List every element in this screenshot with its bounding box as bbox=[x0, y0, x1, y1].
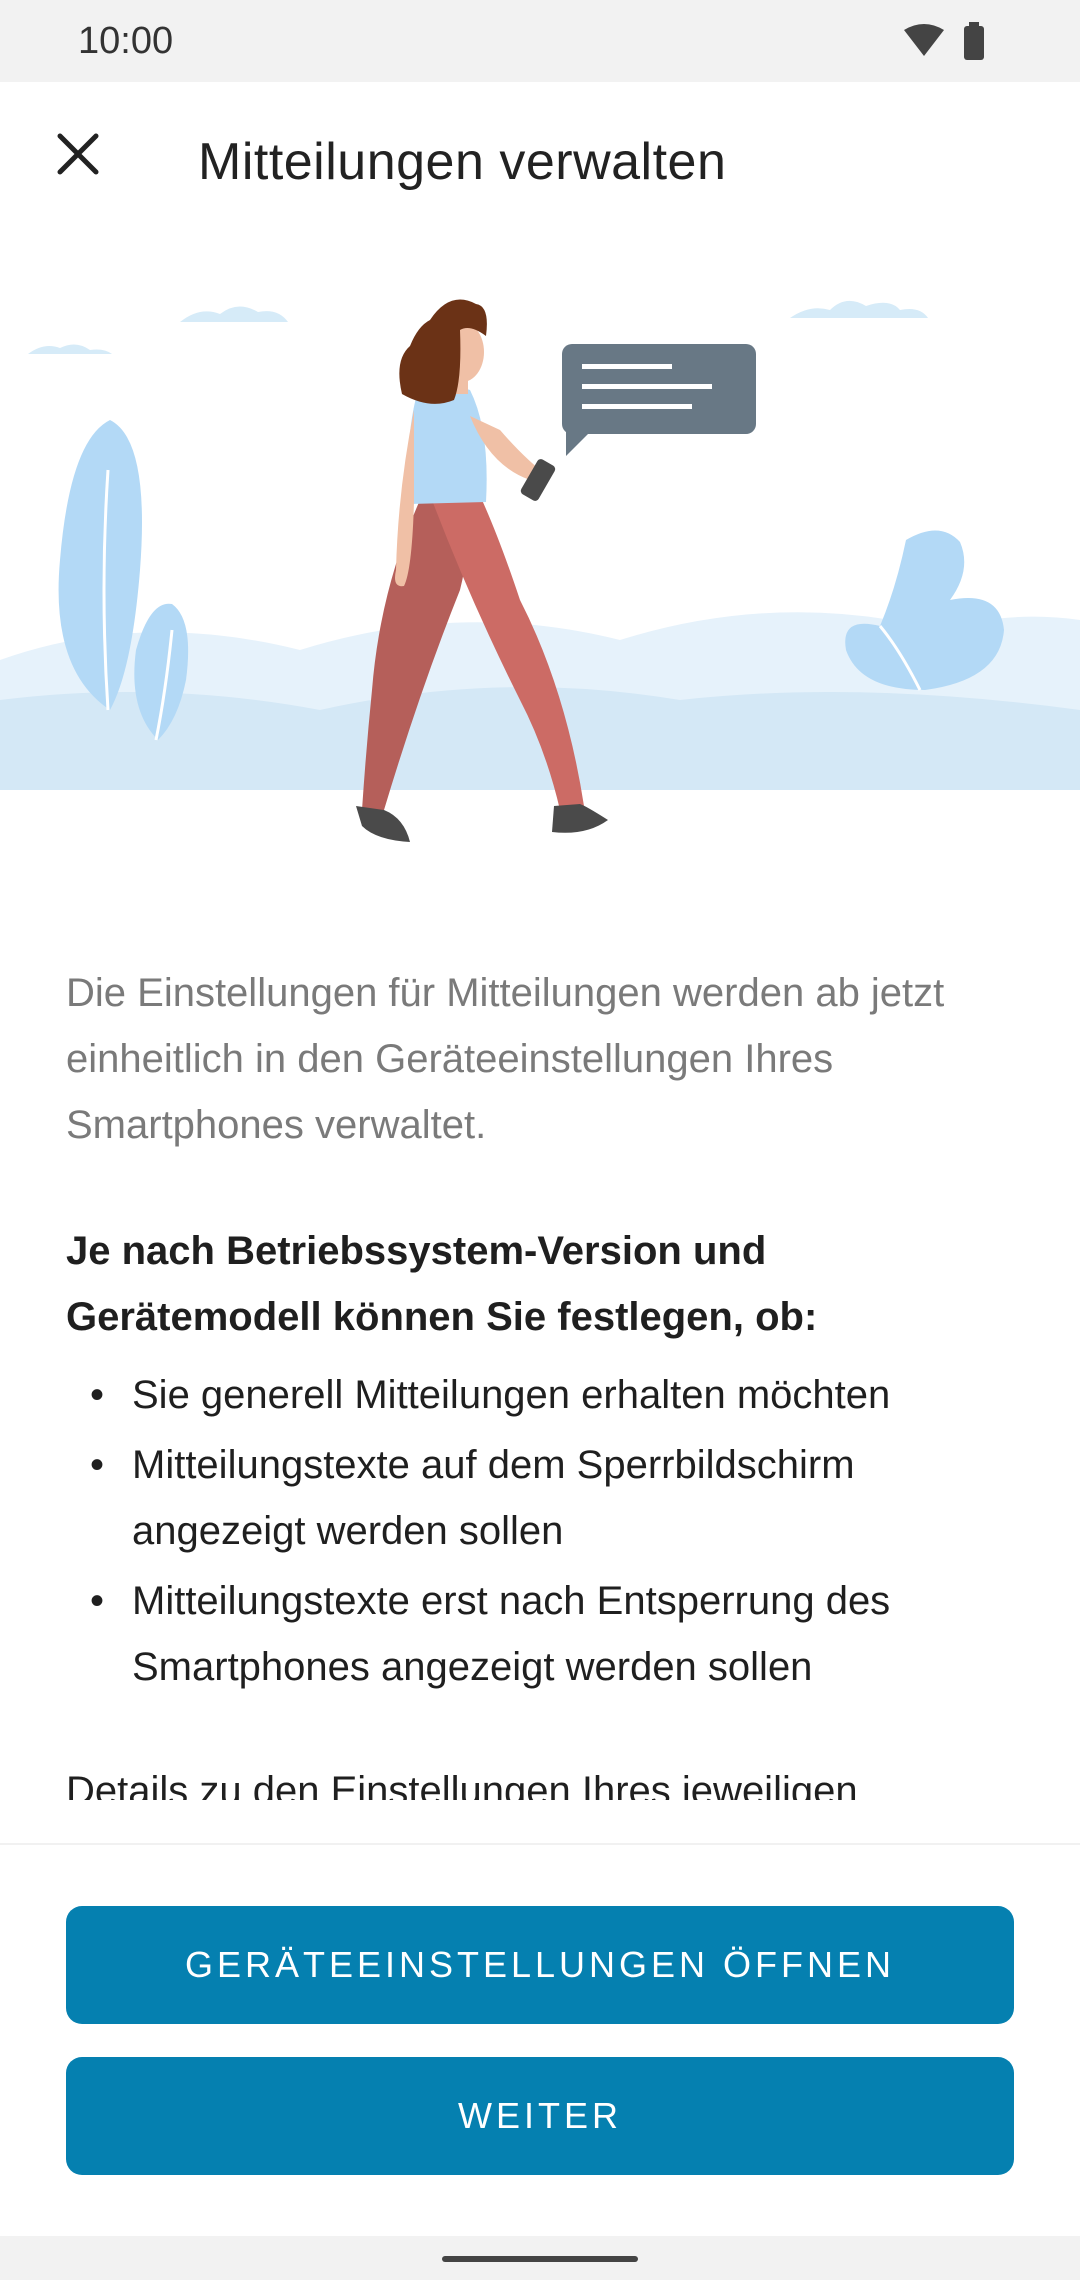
gesture-handle[interactable] bbox=[442, 2256, 638, 2262]
options-list: Sie generell Mitteilungen erhalten möcht… bbox=[66, 1362, 1016, 1700]
illustration bbox=[0, 270, 1080, 870]
next-button[interactable]: WEITER bbox=[66, 2057, 1014, 2175]
details-text: Details zu den Einstellungen Ihres jewei… bbox=[66, 1769, 858, 1800]
content: Die Einstellungen für Mitteilungen werde… bbox=[66, 960, 1016, 1800]
list-item: Mitteilungstexte erst nach Entsperrung d… bbox=[66, 1568, 1016, 1700]
intro-text: Die Einstellungen für Mitteilungen werde… bbox=[66, 971, 945, 1147]
close-icon bbox=[57, 133, 99, 175]
status-icons-svg bbox=[904, 22, 984, 60]
divider bbox=[0, 1843, 1080, 1845]
list-item: Mitteilungstexte auf dem Sperrbildschirm… bbox=[66, 1432, 1016, 1564]
battery-icon bbox=[964, 26, 984, 60]
list-item: Sie generell Mitteilungen erhalten möcht… bbox=[66, 1362, 1016, 1428]
status-time: 10:00 bbox=[78, 20, 174, 62]
woman-walking-illustration bbox=[0, 299, 1080, 842]
open-device-settings-button[interactable]: GERÄTEEINSTELLUNGEN ÖFFNEN bbox=[66, 1906, 1014, 2024]
app-bar: Mitteilungen verwalten bbox=[0, 82, 1080, 242]
status-bar: 10:00 bbox=[0, 0, 1080, 82]
options-heading: Je nach Betriebssystem-Version und Gerät… bbox=[66, 1229, 818, 1339]
page-title: Mitteilungen verwalten bbox=[198, 133, 727, 191]
status-icons bbox=[904, 22, 1004, 62]
close-button[interactable] bbox=[42, 118, 114, 190]
wifi-icon bbox=[904, 24, 944, 56]
